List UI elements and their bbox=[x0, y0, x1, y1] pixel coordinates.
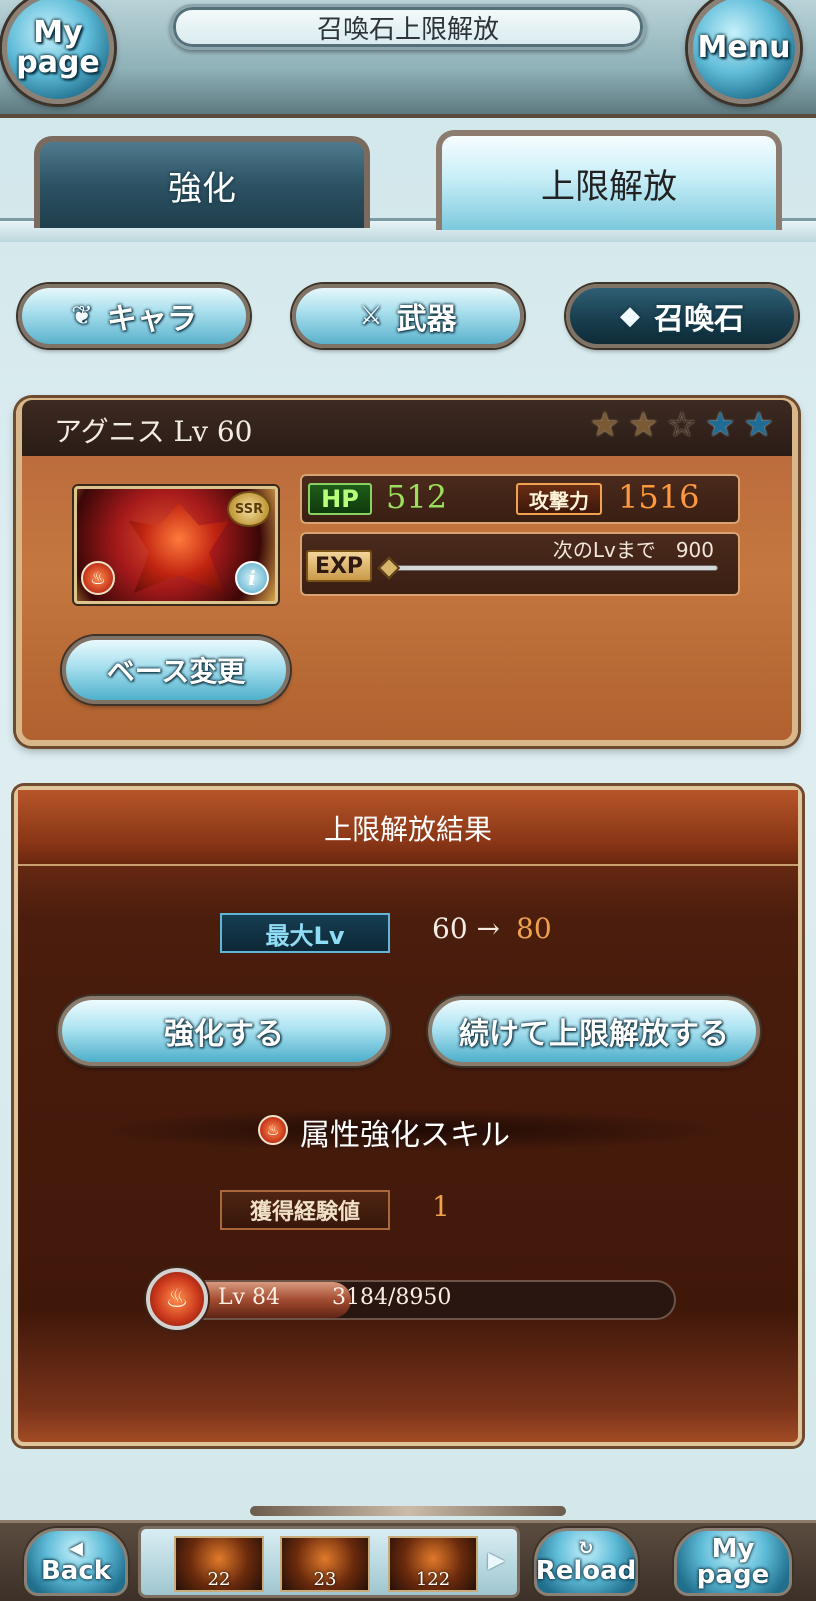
category-chara-button[interactable]: ❦ キャラ bbox=[18, 284, 250, 348]
star-locked-icon: ★ bbox=[705, 405, 736, 445]
hp-tag: HP bbox=[308, 483, 372, 515]
back-label: Back bbox=[40, 1556, 112, 1586]
stats-box: HP 512 攻撃力 1516 bbox=[300, 474, 740, 524]
shortcut-item[interactable]: 122 bbox=[388, 1536, 478, 1592]
continue-limit-break-button[interactable]: 続けて上限解放する bbox=[428, 996, 760, 1066]
back-button[interactable]: ◀ Back bbox=[24, 1528, 128, 1596]
summon-portrait[interactable]: SSR ♨ i bbox=[74, 486, 278, 604]
summon-artwork bbox=[129, 503, 229, 593]
summon-name-bar: アグニス Lv 60 ★ ★ ☆ ★ ★ bbox=[22, 400, 792, 456]
shortcut-item[interactable]: 22 bbox=[174, 1536, 264, 1592]
mypage-label-line2: page bbox=[16, 45, 100, 80]
exp-tag: EXP bbox=[306, 550, 372, 582]
gained-exp-label: 獲得経験値 bbox=[220, 1190, 390, 1230]
fire-skill-icon: ♨ bbox=[258, 1115, 288, 1145]
rarity-stars: ★ ★ ☆ ★ ★ bbox=[590, 408, 774, 442]
weapon-icon: ⚔ bbox=[359, 301, 383, 331]
crystal-icon: ◆ bbox=[620, 301, 640, 331]
star-filled-icon: ★ bbox=[589, 405, 621, 445]
category-chara-label: キャラ bbox=[106, 302, 197, 337]
enhance-button[interactable]: 強化する bbox=[58, 996, 390, 1066]
star-locked-icon: ★ bbox=[743, 405, 774, 445]
max-level-to: 80 bbox=[516, 912, 552, 945]
reload-label: Reload bbox=[535, 1556, 637, 1586]
tab-limit-break[interactable]: 上限解放 bbox=[436, 130, 782, 230]
category-summon-label: 召喚石 bbox=[654, 302, 744, 337]
rarity-badge: SSR bbox=[227, 491, 271, 527]
skill-progress-text: 3184/8950 bbox=[332, 1285, 452, 1310]
exp-next-level: 次のLvまで 900 bbox=[552, 538, 714, 562]
footer-divider bbox=[250, 1506, 566, 1516]
fire-skill-orb-icon: ♨ bbox=[146, 1268, 208, 1330]
page-title: 召喚石上限解放 bbox=[170, 4, 646, 50]
base-change-button[interactable]: ベース変更 bbox=[62, 636, 290, 704]
skill-name: 属性強化スキル bbox=[300, 1118, 510, 1153]
max-level-from: 60 → bbox=[432, 912, 500, 945]
star-empty-icon: ☆ bbox=[666, 405, 698, 445]
reload-button[interactable]: ↻ Reload bbox=[534, 1528, 638, 1596]
exp-progress-marker bbox=[377, 556, 401, 580]
footer-mypage-line2: page bbox=[696, 1560, 770, 1590]
footer-mypage-button[interactable]: My page bbox=[674, 1528, 792, 1596]
atk-tag: 攻撃力 bbox=[516, 483, 602, 515]
tab-enhance[interactable]: 強化 bbox=[34, 136, 370, 228]
footer-mypage-line1: My bbox=[711, 1534, 755, 1564]
shortcut-next-icon[interactable]: ▶ bbox=[488, 1548, 505, 1573]
atk-value: 1516 bbox=[618, 478, 700, 516]
chara-icon: ❦ bbox=[71, 301, 93, 331]
star-filled-icon: ★ bbox=[628, 405, 659, 445]
skill-level: Lv 84 bbox=[218, 1285, 281, 1310]
gained-exp-value: 1 bbox=[432, 1190, 450, 1223]
mypage-label-line1: My bbox=[33, 15, 83, 50]
exp-progress-bar bbox=[377, 556, 718, 580]
summon-name-level: アグニス Lv 60 bbox=[54, 415, 253, 448]
hp-value: 512 bbox=[386, 478, 448, 516]
category-weapon-button[interactable]: ⚔ 武器 bbox=[292, 284, 524, 348]
exp-box: EXP 次のLvまで 900 bbox=[300, 532, 740, 596]
shortcut-item[interactable]: 23 bbox=[280, 1536, 370, 1592]
max-level-label: 最大Lv bbox=[220, 913, 390, 953]
result-title: 上限解放結果 bbox=[323, 813, 492, 846]
info-icon[interactable]: i bbox=[235, 561, 269, 595]
category-weapon-label: 武器 bbox=[396, 302, 457, 337]
category-summon-button[interactable]: ◆ 召喚石 bbox=[566, 284, 798, 348]
fire-element-icon: ♨ bbox=[81, 561, 115, 595]
